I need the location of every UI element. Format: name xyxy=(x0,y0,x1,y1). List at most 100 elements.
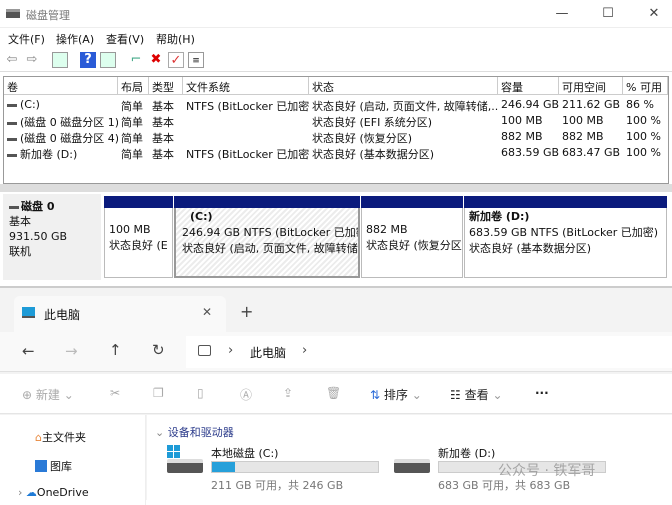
up-arrow-icon[interactable]: ↑ xyxy=(109,341,122,359)
toolbar: ⇦ ⇨ ? ⌐ ✖ ✓ ≡ xyxy=(0,48,672,72)
connect-disk-icon[interactable]: ⌐ xyxy=(128,52,144,68)
properties-icon[interactable] xyxy=(100,52,116,68)
cell-free: 882 MB xyxy=(559,129,623,145)
minimize-button[interactable]: — xyxy=(552,6,572,21)
windows-logo-icon xyxy=(167,445,180,458)
column-header-status[interactable]: 状态 xyxy=(309,77,498,95)
drive-info: 211 GB 可用，共 246 GB xyxy=(211,479,344,492)
partition-c[interactable]: (C:) 246.94 GB NTFS (BitLocker 已加密) 状态良好 (… xyxy=(174,196,360,279)
cell-text: (C:) xyxy=(20,98,40,111)
new-label: 新建 xyxy=(35,388,60,402)
table-row[interactable]: 新加卷 (D:) 简单 基本 NTFS (BitLocker 已加密) 状态良好 (基本… xyxy=(4,145,668,161)
forward-icon[interactable]: ⇨ xyxy=(24,52,40,68)
new-tab-button[interactable]: + xyxy=(240,302,253,321)
partition-status: 状态良好 (启动, 页面文件, 故障转储, xyxy=(182,242,360,255)
column-header-percent-free[interactable]: % 可用 xyxy=(623,77,668,95)
sidebar-label: OneDrive xyxy=(36,486,89,499)
menu-view[interactable]: 查看(V) xyxy=(106,31,144,47)
column-header-layout[interactable]: 布局 xyxy=(118,77,149,95)
partition-recovery[interactable]: 882 MB 状态良好 (恢复分区 xyxy=(361,196,463,279)
cell-text: 100 % xyxy=(626,146,661,159)
column-header-type[interactable]: 类型 xyxy=(149,77,183,95)
sort-button[interactable]: ⇅ 排序 ⌄ xyxy=(370,386,422,403)
table-row[interactable]: (磁盘 0 磁盘分区 4) 简单 基本 状态良好 (恢复分区) 882 MB 882 MB… xyxy=(4,129,668,145)
cell-percent-free: 100 % xyxy=(623,129,668,145)
partition-efi[interactable]: 100 MB 状态良好 (E xyxy=(104,196,173,279)
table-row[interactable]: (C:) 简单 基本 NTFS (BitLocker 已加密) 状态良好 (启动, 页面… xyxy=(4,97,668,113)
menu-help[interactable]: 帮助(H) xyxy=(156,31,195,47)
partition-d[interactable]: 新加卷 (D:) 683.59 GB NTFS (BitLocker 已加密) 状态… xyxy=(464,196,667,279)
partition-size: 100 MB xyxy=(109,223,151,236)
chevron-right-icon[interactable]: › xyxy=(302,343,307,358)
partition-box: (C:) 246.94 GB NTFS (BitLocker 已加密) 状态良好 (… xyxy=(174,208,360,278)
rename-icon[interactable]: Ⓐ xyxy=(240,386,252,403)
chevron-right-icon[interactable]: › xyxy=(228,343,233,358)
view-icon: ☷ xyxy=(450,388,461,402)
back-arrow-icon[interactable]: ← xyxy=(22,342,35,360)
volume-table: 卷 布局 类型 文件系统 状态 容量 可用空间 % 可用 (C:) 简单 基本 NTF… xyxy=(3,76,669,184)
sidebar-item-gallery[interactable]: 图库 xyxy=(35,458,72,474)
cell-type: 基本 xyxy=(149,97,183,113)
tab-close-button[interactable]: ✕ xyxy=(202,305,212,319)
delete-icon[interactable]: 🗑 xyxy=(326,386,341,400)
menu-bar: 文件(F) 操作(A) 查看(V) 帮助(H) xyxy=(0,28,672,48)
share-icon[interactable]: ⇪ xyxy=(283,386,293,400)
maximize-button[interactable]: ☐ xyxy=(598,6,618,21)
refresh-icon[interactable]: ↻ xyxy=(152,341,165,359)
paste-icon[interactable]: ▯ xyxy=(197,386,204,400)
more-button[interactable]: ··· xyxy=(535,386,549,400)
column-header-capacity[interactable]: 容量 xyxy=(498,77,559,95)
drive-usage-fill xyxy=(212,462,236,472)
title-bar: 磁盘管理 — ☐ ✕ xyxy=(0,0,672,28)
cell-status: 状态良好 (恢复分区) xyxy=(309,129,498,145)
console-tree-icon[interactable] xyxy=(52,52,68,68)
breadcrumb-this-pc[interactable]: 此电脑 xyxy=(250,344,286,361)
tab-this-pc[interactable]: 此电脑 ✕ xyxy=(14,296,226,332)
disk-graphical-view: 磁盘 0 基本 931.50 GB 联机 100 MB 状态良好 (E (C:) 2… xyxy=(0,192,672,284)
navigation-pane: ⌂主文件夹 图库 › ☁OneDrive xyxy=(0,415,146,505)
sidebar-item-onedrive[interactable]: › ☁OneDrive xyxy=(18,486,89,499)
partition-status: 状态良好 (恢复分区 xyxy=(366,239,462,252)
volume-icon xyxy=(7,121,17,125)
table-row[interactable]: (磁盘 0 磁盘分区 1) 简单 基本 状态良好 (EFI 系统分区) 100 MB 10… xyxy=(4,113,668,129)
view-button[interactable]: ☷ 查看 ⌄ xyxy=(450,386,503,403)
cell-text: 简单 xyxy=(121,132,143,145)
column-header-free[interactable]: 可用空间 xyxy=(559,77,623,95)
sort-label: 排序 xyxy=(383,388,408,402)
check-icon[interactable]: ✓ xyxy=(168,52,184,68)
menu-file[interactable]: 文件(F) xyxy=(8,31,45,47)
gallery-icon xyxy=(35,460,47,472)
help-icon[interactable]: ? xyxy=(80,52,96,68)
menu-action[interactable]: 操作(A) xyxy=(56,31,94,47)
close-button[interactable]: ✕ xyxy=(644,6,664,21)
cell-text: 基本 xyxy=(152,148,174,161)
copy-icon[interactable]: ❐ xyxy=(153,386,164,400)
disk-0-label[interactable]: 磁盘 0 基本 931.50 GB 联机 xyxy=(3,194,101,280)
cell-free: 211.62 GB xyxy=(559,97,623,113)
cell-text: 状态良好 (基本数据分区) xyxy=(312,148,435,161)
sidebar-label: 图库 xyxy=(50,460,72,473)
back-icon[interactable]: ⇦ xyxy=(4,52,20,68)
chevron-right-icon[interactable]: › xyxy=(18,486,22,499)
delete-icon[interactable]: ✖ xyxy=(148,52,164,68)
sidebar-item-home[interactable]: ⌂主文件夹 xyxy=(35,429,86,445)
volume-icon xyxy=(7,103,17,107)
column-header-volume[interactable]: 卷 xyxy=(4,77,118,95)
cell-free: 683.47 GB xyxy=(559,145,623,161)
address-bar[interactable]: › 此电脑 › xyxy=(186,336,672,368)
view-label: 查看 xyxy=(464,388,489,402)
list-icon[interactable]: ≡ xyxy=(188,52,204,68)
forward-arrow-icon[interactable]: → xyxy=(65,342,78,360)
splitter[interactable] xyxy=(0,184,672,192)
cell-text: 683.59 GB xyxy=(501,146,559,159)
new-button[interactable]: ⊕ 新建 ⌄ xyxy=(22,386,74,403)
partition-size: 882 MB xyxy=(366,223,408,236)
cell-text: 882 MB xyxy=(501,130,543,143)
cell-capacity: 246.94 GB xyxy=(498,97,559,113)
drive-c[interactable]: 本地磁盘 (C:) 211 GB 可用，共 246 GB xyxy=(165,445,385,495)
monitor-icon xyxy=(22,307,35,318)
section-devices-drives[interactable]: ⌄ 设备和驱动器 xyxy=(155,424,234,440)
cut-icon[interactable]: ✂ xyxy=(110,386,120,400)
column-header-filesystem[interactable]: 文件系统 xyxy=(183,77,309,95)
cell-percent-free: 100 % xyxy=(623,113,668,129)
